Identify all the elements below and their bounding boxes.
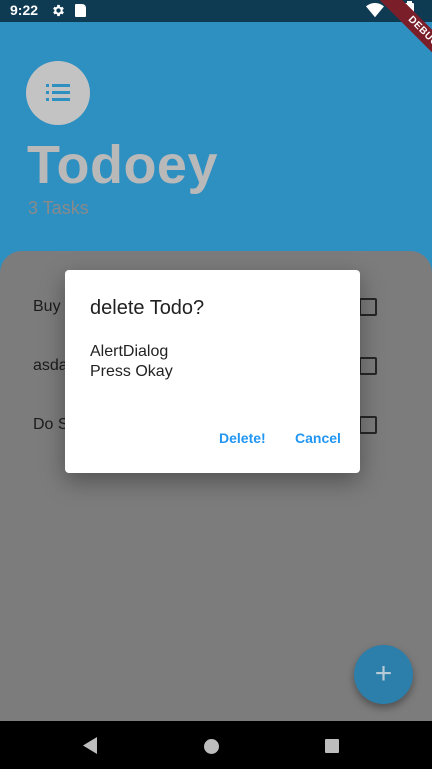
dialog-content-line: Press Okay [90, 363, 173, 380]
dialog-content: AlertDialog Press Okay [90, 342, 173, 382]
home-icon[interactable] [204, 739, 219, 754]
dialog-content-line: AlertDialog [90, 343, 169, 360]
app-screen: 9:22 Todoey 3 Tasks DEBUG Buy asda Do S … [0, 0, 432, 769]
back-icon[interactable] [83, 737, 97, 754]
alert-dialog: delete Todo? AlertDialog Press Okay Dele… [65, 270, 360, 473]
recent-apps-icon[interactable] [325, 739, 339, 753]
navigation-bar [0, 721, 432, 769]
cancel-button[interactable]: Cancel [295, 430, 341, 446]
delete-button[interactable]: Delete! [219, 430, 266, 446]
dialog-title: delete Todo? [90, 297, 205, 319]
